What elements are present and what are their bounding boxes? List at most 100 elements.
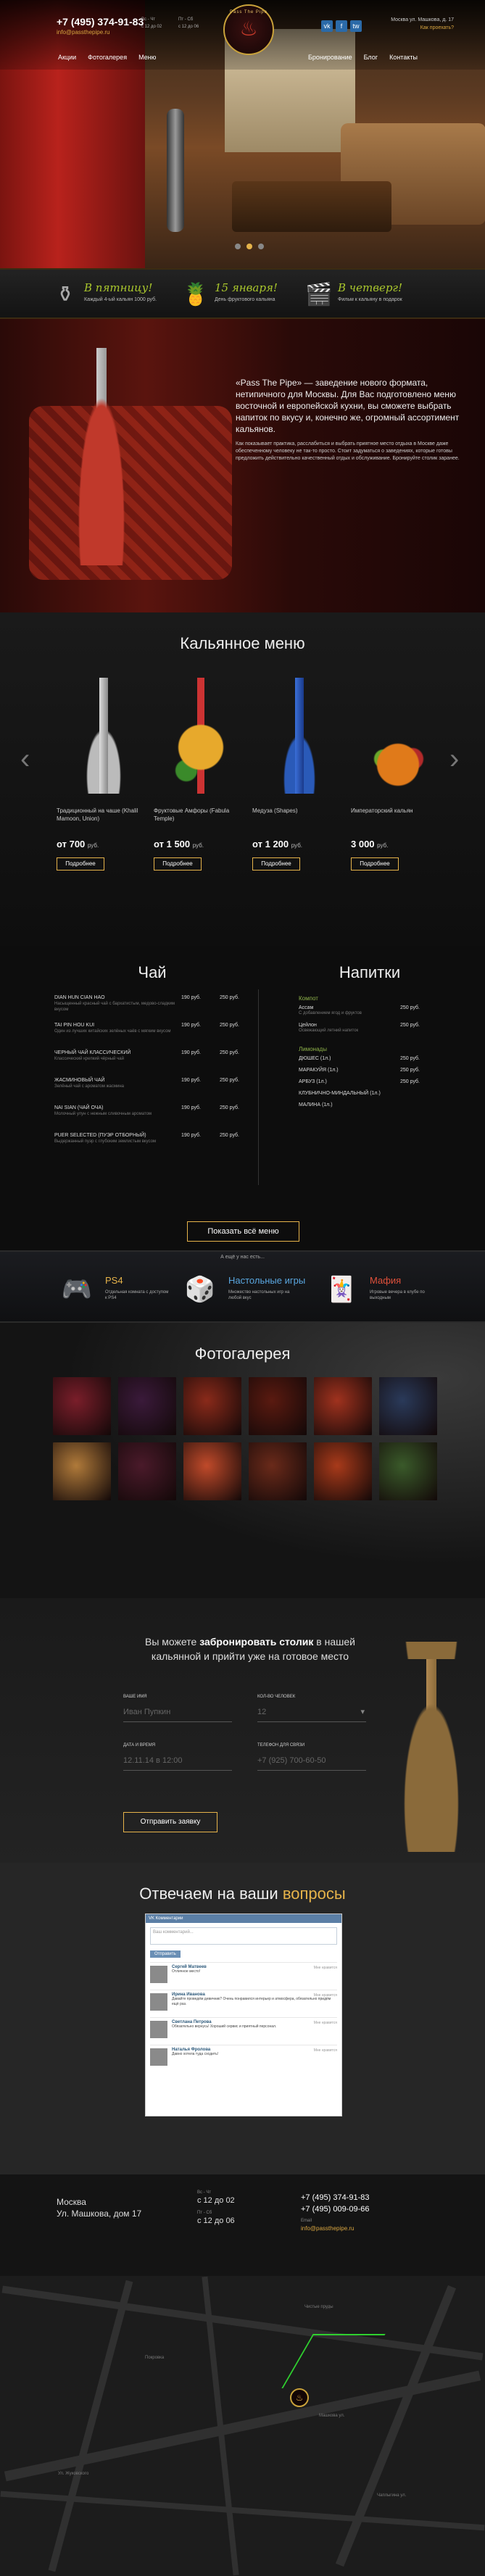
title-bold: забронировать столик bbox=[199, 1636, 314, 1648]
tea-title: Чай bbox=[138, 963, 167, 981]
promo-thursday[interactable]: 🎬 В четверг! Фильм к кальяну в подарок bbox=[304, 277, 449, 313]
map-label: Ул. Жуковского bbox=[58, 2472, 89, 2476]
promo-strip: ⚱ В пятницу! Каждый 4-ый кальян 1000 руб… bbox=[0, 268, 485, 319]
submit-button[interactable]: Отправить заявку bbox=[123, 1812, 217, 1832]
dice-icon: 🎲 bbox=[184, 1276, 216, 1303]
like-link[interactable]: Мне нравится bbox=[314, 2021, 337, 2025]
tea-desc: Один из лучших китайских зелёных чаёв с … bbox=[54, 1029, 171, 1034]
promo-friday[interactable]: ⚱ В пятницу! Каждый 4-ый кальян 1000 руб… bbox=[51, 277, 196, 313]
tea-item: PUER SELECTED (ПУЭР ОТБОРНЫЙ) Выдержанный… bbox=[54, 1133, 250, 1144]
footer-phone[interactable]: +7 (495) 374-91-83 bbox=[301, 2193, 369, 2202]
intro-hookah-image bbox=[69, 348, 134, 565]
tea-price-small: 190 руб. bbox=[181, 1133, 201, 1138]
count-value: 12 bbox=[257, 1708, 267, 1716]
directions-link[interactable]: Как проехать? bbox=[420, 25, 454, 30]
game-mafia[interactable]: 🃏 Мафия Игровые вечера в клубе по выходн… bbox=[319, 1268, 464, 1311]
hookah-image bbox=[67, 678, 140, 794]
game-title: Мафия bbox=[370, 1275, 402, 1286]
gallery-thumb[interactable] bbox=[379, 1442, 437, 1500]
gallery-thumb[interactable] bbox=[53, 1377, 111, 1435]
map-label: Чаплыгина ул. bbox=[377, 2493, 407, 2498]
twitter-icon[interactable]: tw bbox=[350, 20, 362, 32]
nav-item-promos[interactable]: Акции bbox=[58, 54, 76, 61]
tea-item: DIAN HUN CIAN HAO Насыщенный красный чай … bbox=[54, 995, 250, 1013]
tea-item: TAI PIN HOU KUI Один из лучших китайских … bbox=[54, 1023, 250, 1034]
game-board-games[interactable]: 🎲 Настольные игры Множество настольных и… bbox=[178, 1268, 323, 1311]
comment-submit-button[interactable]: Отправить bbox=[150, 1950, 181, 1958]
hookah-price: от 1 500 руб. bbox=[154, 839, 204, 849]
chevron-right-icon[interactable]: › bbox=[449, 743, 459, 776]
tea-drinks-section: Чай Напитки Показать всё меню DIAN HUN C… bbox=[0, 946, 485, 1250]
hero-slider: +7 (495) 374-91-83 info@passthepipe.ru В… bbox=[0, 0, 485, 268]
show-all-menu-button[interactable]: Показать всё меню bbox=[187, 1221, 299, 1242]
comment-input[interactable]: Ваш комментарий... bbox=[150, 1927, 337, 1945]
price-value: 3 000 bbox=[351, 839, 375, 849]
avatar bbox=[150, 1993, 167, 2011]
gallery-thumb[interactable] bbox=[118, 1442, 176, 1500]
tea-price-large: 250 руб. bbox=[220, 1078, 239, 1083]
nav-left: Акции Фотогалерея Меню bbox=[58, 54, 156, 61]
comment-text: Давно хотела туда сходить! bbox=[172, 2052, 219, 2056]
vk-icon[interactable]: vk bbox=[321, 20, 333, 32]
hours-weekend-time: с 12 до 06 bbox=[178, 25, 199, 29]
logo[interactable]: Pass The Pipe ♨ bbox=[223, 4, 274, 55]
gallery-thumb[interactable] bbox=[249, 1442, 307, 1500]
gallery-thumb[interactable] bbox=[379, 1377, 437, 1435]
gallery-thumb[interactable] bbox=[314, 1377, 372, 1435]
details-button[interactable]: Подробнее bbox=[154, 857, 202, 871]
like-link[interactable]: Мне нравится bbox=[314, 1993, 337, 1998]
social-links: vk f tw bbox=[321, 20, 362, 32]
header-email[interactable]: info@passthepipe.ru bbox=[57, 29, 110, 36]
reservation-section: Вы можете забронировать столик в нашей к… bbox=[0, 1598, 485, 1863]
slider-dot-active[interactable] bbox=[246, 244, 252, 249]
gallery-thumb[interactable] bbox=[53, 1442, 111, 1500]
drink-item: Ассам С добавлением ягод и фруктов 250 руб… bbox=[299, 1005, 444, 1015]
comment-text: Отличное место! bbox=[172, 1969, 201, 1974]
gallery-thumb[interactable] bbox=[183, 1442, 241, 1500]
map[interactable]: ♨ Чистые пруды Покровка Машкова ул. Ул. … bbox=[0, 2276, 485, 2576]
price-currency: руб. bbox=[87, 842, 99, 849]
map-pin-icon[interactable]: ♨ bbox=[290, 2388, 309, 2407]
nav-item-booking[interactable]: Бронирование bbox=[308, 54, 352, 61]
gallery-grid bbox=[53, 1377, 437, 1500]
hookah-name: Традиционный на чаше (Khalil Mamoon, Uni… bbox=[57, 807, 138, 822]
gallery-thumb[interactable] bbox=[314, 1442, 372, 1500]
details-button[interactable]: Подробнее bbox=[57, 857, 104, 871]
gallery-thumb[interactable] bbox=[118, 1377, 176, 1435]
phone-input[interactable]: +7 (925) 700-60-50 bbox=[257, 1750, 366, 1771]
name-input[interactable]: Иван Пупкин bbox=[123, 1702, 232, 1722]
slider-dot[interactable] bbox=[235, 244, 241, 249]
hours-weekend: Пт - Сб с 12 до 06 bbox=[178, 16, 199, 30]
nav-item-contacts[interactable]: Контакты bbox=[389, 54, 418, 61]
header-phone[interactable]: +7 (495) 374-91-83 bbox=[57, 16, 144, 28]
map-road bbox=[0, 2490, 485, 2531]
drink-desc: С добавлением ягод и фруктов bbox=[299, 1011, 362, 1015]
details-button[interactable]: Подробнее bbox=[252, 857, 300, 871]
nav-item-menu[interactable]: Меню bbox=[138, 54, 156, 61]
promo-text: Фильм к кальяну в подарок bbox=[338, 297, 402, 302]
drink-desc: Освежающий летний напиток bbox=[299, 1029, 359, 1033]
like-link[interactable]: Мне нравится bbox=[314, 1966, 337, 1970]
details-button[interactable]: Подробнее bbox=[351, 857, 399, 871]
date-input[interactable]: 12.11.14 в 12:00 bbox=[123, 1750, 232, 1771]
tea-price-small: 190 руб. bbox=[181, 1078, 201, 1083]
nav-item-gallery[interactable]: Фотогалерея bbox=[88, 54, 127, 61]
like-link[interactable]: Мне нравится bbox=[314, 2048, 337, 2053]
facebook-icon[interactable]: f bbox=[336, 20, 347, 32]
footer-city: Москва bbox=[57, 2197, 86, 2207]
chevron-left-icon[interactable]: ‹ bbox=[20, 743, 30, 776]
map-route bbox=[281, 2334, 386, 2388]
footer-phone[interactable]: +7 (495) 009-09-66 bbox=[301, 2205, 369, 2214]
guest-count-select[interactable]: 12 ▾ bbox=[257, 1702, 366, 1722]
gallery-thumb[interactable] bbox=[183, 1377, 241, 1435]
slider-dot[interactable] bbox=[258, 244, 264, 249]
drink-name: АРБУЗ (1л.) bbox=[299, 1079, 327, 1084]
logo-hookah-icon: ♨ bbox=[239, 17, 258, 40]
tea-desc: Выдержанный пуэр с глубоким землистым вк… bbox=[54, 1139, 157, 1144]
footer-email[interactable]: info@passthepipe.ru bbox=[301, 2225, 355, 2232]
slider-dots bbox=[235, 244, 264, 249]
gallery-thumb[interactable] bbox=[249, 1377, 307, 1435]
footer-days-weekend: Пт - Сб bbox=[197, 2211, 212, 2215]
nav-item-blog[interactable]: Блог bbox=[364, 54, 378, 61]
tea-price-small: 190 руб. bbox=[181, 1023, 201, 1028]
